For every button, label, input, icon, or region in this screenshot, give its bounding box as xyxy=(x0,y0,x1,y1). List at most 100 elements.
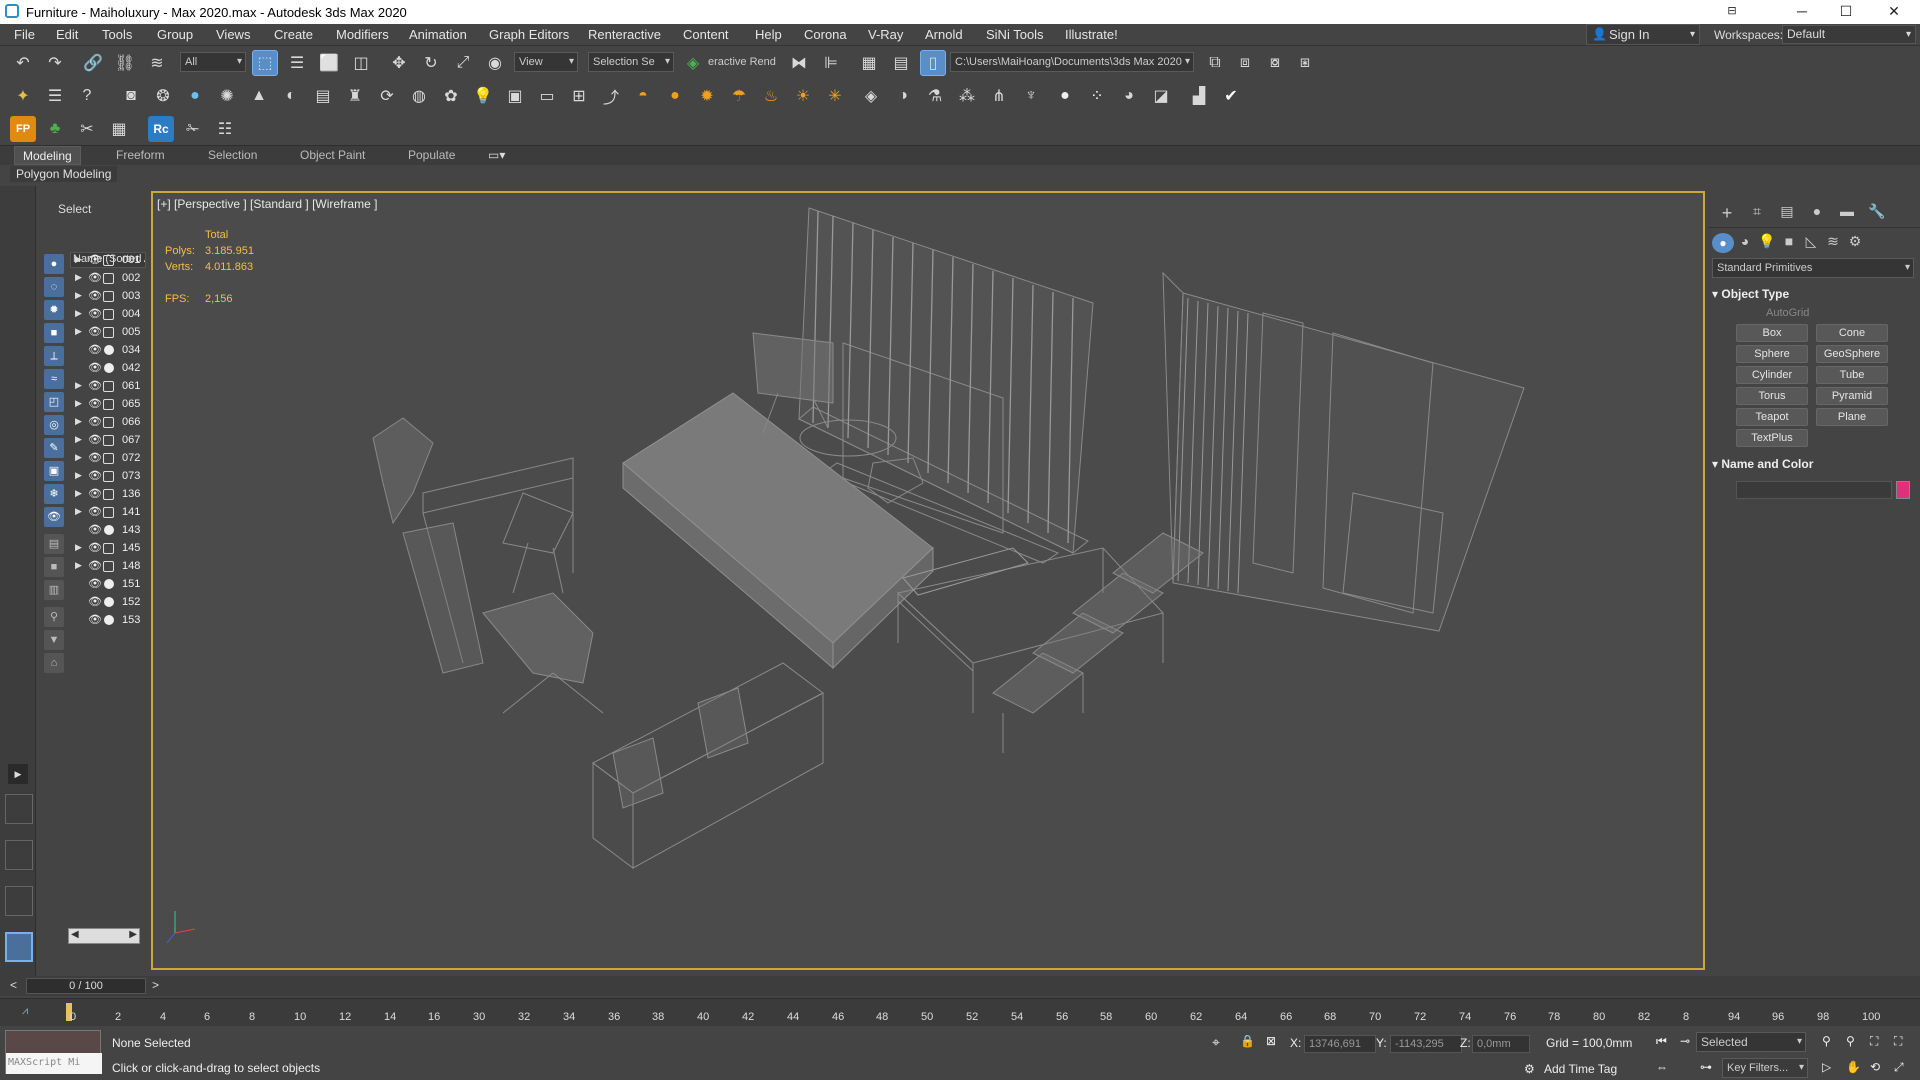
help-icon[interactable]: ? xyxy=(74,83,100,109)
list-item[interactable]: ▶ 👁 073 xyxy=(70,468,146,486)
display-none-icon[interactable]: ■ xyxy=(44,557,64,577)
menu-views[interactable]: Views xyxy=(216,27,250,42)
vray-check-icon[interactable]: ✔ xyxy=(1218,83,1244,109)
cameras-category-icon[interactable]: ■ xyxy=(1778,233,1800,253)
visibility-icon[interactable]: 👁 xyxy=(88,559,102,572)
visibility-icon[interactable]: 👁 xyxy=(88,541,102,554)
fire-icon[interactable]: ♆ xyxy=(1018,83,1044,109)
hierarchy-tab-icon[interactable]: ▤ xyxy=(1776,203,1798,223)
menu-file[interactable]: File xyxy=(14,27,35,42)
maxscript-listener[interactable]: MAXScript Mi xyxy=(5,1030,102,1074)
pyramid-button[interactable]: Pyramid xyxy=(1816,387,1888,405)
motion-tab-icon[interactable]: ● xyxy=(1806,203,1828,223)
polygon-modeling-panel[interactable]: Polygon Modeling xyxy=(10,166,118,182)
window-crossing-icon[interactable]: ◫ xyxy=(348,50,374,76)
redo-icon[interactable]: ↷ xyxy=(42,50,68,76)
minimize-button[interactable]: ─ xyxy=(1780,0,1824,24)
key-selection-dropdown[interactable]: Selected xyxy=(1696,1032,1806,1052)
forest-icon[interactable]: ✦ xyxy=(10,83,36,109)
render-setup-icon[interactable]: ⧉ xyxy=(1202,50,1228,76)
maximize-button[interactable]: ☐ xyxy=(1824,0,1868,24)
create-tab-icon[interactable]: + xyxy=(1716,203,1738,223)
spacewarp-filter-icon[interactable]: ≈ xyxy=(44,369,64,389)
selection-filter-dropdown[interactable]: All xyxy=(180,52,246,72)
select-by-name-icon[interactable]: ☰ xyxy=(284,50,310,76)
track-bar[interactable]: ⩘ 0 2 4 6 8 10 12 14 16 30 32 34 36 38 40 42 44 46 48 50 52 5… xyxy=(0,998,1920,1026)
light-filter-icon[interactable]: ✹ xyxy=(44,300,64,320)
menu-vray[interactable]: V-Ray xyxy=(868,27,903,42)
ball-icon[interactable]: ◑ xyxy=(890,83,916,109)
camera-icon[interactable]: ◙ xyxy=(118,83,144,109)
menu-renteractive[interactable]: Renteractive xyxy=(588,27,661,42)
dome-light-icon[interactable]: ❂ xyxy=(150,83,176,109)
list-item[interactable]: ▶ 👁 148 xyxy=(70,558,146,576)
named-selection-sets-dropdown[interactable]: Selection Se xyxy=(588,52,674,72)
expand-icon[interactable]: ▶ xyxy=(75,452,82,463)
torus-button[interactable]: Torus xyxy=(1736,387,1808,405)
z-coordinate-field[interactable]: 0,0mm xyxy=(1472,1035,1530,1053)
primitive-category-dropdown[interactable]: Standard Primitives xyxy=(1712,258,1914,278)
time-slider[interactable]: < 0 / 100 > xyxy=(0,976,1920,996)
visibility-icon[interactable]: 👁 xyxy=(88,325,102,338)
find-icon[interactable]: ⚲ xyxy=(44,607,64,627)
frame-icon[interactable]: ▣ xyxy=(502,83,528,109)
menu-animation[interactable]: Animation xyxy=(409,27,467,42)
auto-key-icon[interactable]: ⊶ xyxy=(1700,1060,1712,1074)
list-item[interactable]: ▶ 👁 005 xyxy=(70,324,146,342)
list-icon[interactable]: ☰ xyxy=(42,83,68,109)
display-all-icon[interactable]: ▤ xyxy=(44,534,64,554)
hemisphere-icon[interactable]: ◓ xyxy=(630,83,656,109)
proxy-icon[interactable]: ◐ xyxy=(278,83,304,109)
teapot-button[interactable]: Teapot xyxy=(1736,408,1808,426)
menu-corona[interactable]: Corona xyxy=(804,27,847,42)
spotlight-icon[interactable]: ⤴ xyxy=(598,83,624,109)
scroll-left-icon[interactable]: ◀ xyxy=(71,929,79,940)
rectangular-selection-icon[interactable]: ⬜ xyxy=(316,50,342,76)
reload-icon[interactable]: ⟳ xyxy=(374,83,400,109)
tab-selection[interactable]: Selection xyxy=(208,148,257,162)
bone-filter-icon[interactable]: ✎ xyxy=(44,438,64,458)
expand-icon[interactable]: ▶ xyxy=(75,560,82,571)
viewport-layout-2-icon[interactable] xyxy=(5,840,33,870)
scroll-right-icon[interactable]: ▶ xyxy=(129,929,137,940)
systems-category-icon[interactable]: ⚙ xyxy=(1844,233,1866,253)
name-and-color-rollout-title[interactable]: ▾ Name and Color xyxy=(1712,457,1813,471)
camera-filter-icon[interactable]: ■ xyxy=(44,323,64,343)
list-view-icon[interactable]: ☷ xyxy=(212,116,238,142)
render-window-icon[interactable]: ◪ xyxy=(1148,83,1174,109)
sparkle-icon[interactable]: ✳ xyxy=(822,83,848,109)
place-icon[interactable]: ◉ xyxy=(482,50,508,76)
perspective-viewport[interactable]: [+] [Perspective ] [Standard ] [Wirefram… xyxy=(151,191,1705,970)
list-item[interactable]: ▶ 👁 061 xyxy=(70,378,146,396)
close-button[interactable]: ✕ xyxy=(1872,0,1916,24)
mirror-icon[interactable]: ⧓ xyxy=(786,50,812,76)
workspace-dropdown[interactable]: Default ▾ xyxy=(1782,25,1916,44)
geometry-category-icon[interactable]: ● xyxy=(1712,233,1734,253)
tab-freeform[interactable]: Freeform xyxy=(116,148,165,162)
list-item[interactable]: ▶ 👁 067 xyxy=(70,432,146,450)
cylinder-button[interactable]: Cylinder xyxy=(1736,366,1808,384)
sun-icon[interactable]: ☀ xyxy=(790,83,816,109)
menu-create[interactable]: Create xyxy=(274,27,313,42)
list-item[interactable]: ▶ 👁 066 xyxy=(70,414,146,432)
select-object-icon[interactable]: ⬚ xyxy=(252,50,278,76)
visibility-icon[interactable]: 👁 xyxy=(88,505,102,518)
geometry-filter-icon[interactable]: ● xyxy=(44,254,64,274)
explorer-horizontal-scrollbar[interactable]: ◀ ▶ xyxy=(68,928,140,944)
key-filters-button[interactable]: Key Filters... xyxy=(1722,1058,1808,1078)
orbit-icon[interactable]: ⟲ xyxy=(1870,1060,1880,1074)
visibility-icon[interactable]: 👁 xyxy=(88,577,102,590)
expand-icon[interactable]: ▶ xyxy=(75,416,82,427)
rotate-icon[interactable]: ↻ xyxy=(418,50,444,76)
visibility-icon[interactable]: 👁 xyxy=(88,523,102,536)
list-item[interactable]: ▶ 👁 001 xyxy=(70,252,146,270)
expand-icon[interactable]: ▶ xyxy=(75,272,82,283)
visibility-icon[interactable]: 👁 xyxy=(88,415,102,428)
sphere-button[interactable]: Sphere xyxy=(1736,345,1808,363)
maximize-viewport-icon[interactable]: ⤢ xyxy=(1894,1060,1904,1075)
expand-icon[interactable]: ▶ xyxy=(75,254,82,265)
sort-icon[interactable]: ⌂ xyxy=(44,653,64,673)
absolute-mode-icon[interactable]: ⊠ xyxy=(1266,1034,1276,1048)
moon-icon[interactable]: ● xyxy=(662,83,688,109)
ribbon-options-icon[interactable]: ▭▾ xyxy=(488,148,505,162)
